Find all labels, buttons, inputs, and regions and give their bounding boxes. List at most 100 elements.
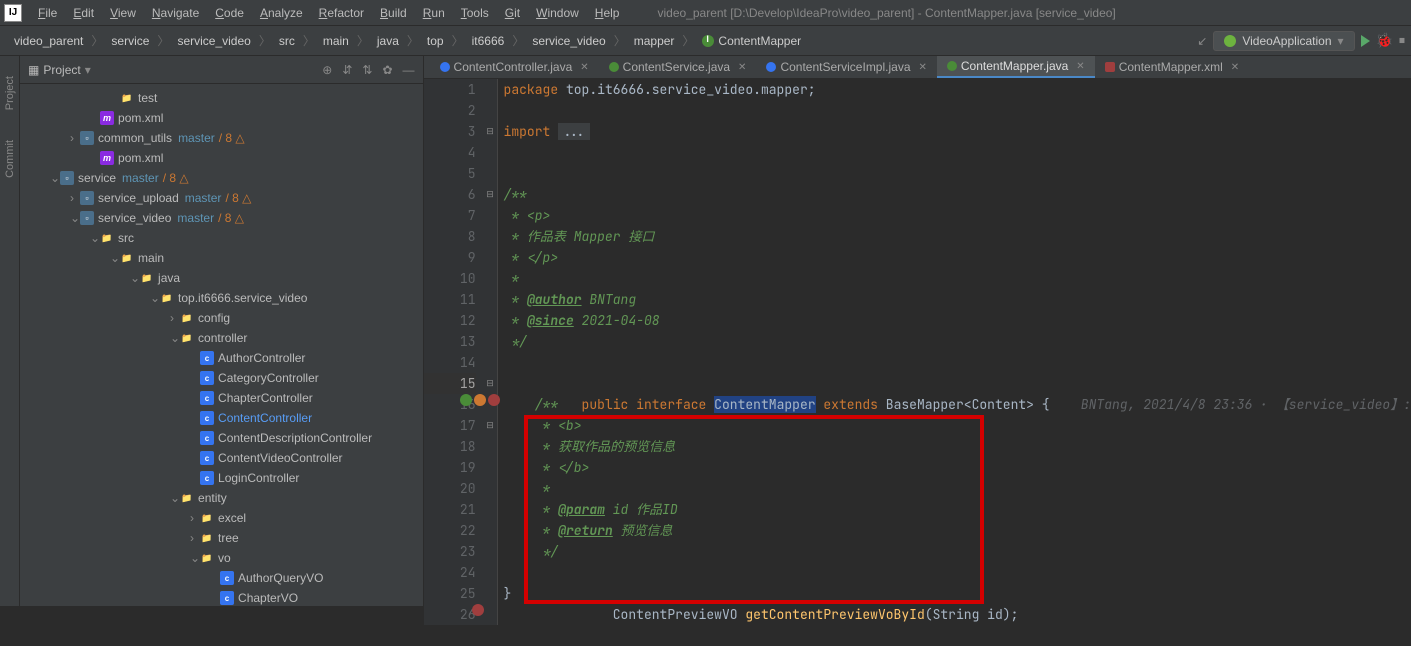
run-configuration-select[interactable]: VideoApplication ▾ (1213, 31, 1354, 51)
tree-item[interactable]: ⌄▫servicemaster/ 8 △ (20, 168, 423, 188)
fold-marker[interactable]: ⊟ (484, 121, 497, 142)
breadcrumb-segment[interactable]: top (419, 32, 452, 50)
fold-marker[interactable] (484, 142, 497, 163)
tree-item[interactable]: ContentVideoController (20, 448, 423, 468)
editor-tab[interactable]: ContentService.java✕ (599, 57, 757, 77)
line-number[interactable]: 3 (424, 121, 476, 142)
close-tab-icon[interactable]: ✕ (1076, 61, 1084, 72)
menu-help[interactable]: Help (587, 3, 628, 23)
menu-git[interactable]: Git (497, 3, 528, 23)
select-opened-file-icon[interactable]: ⊕ (322, 63, 332, 77)
tree-item[interactable]: 📁test (20, 88, 423, 108)
menu-edit[interactable]: Edit (65, 3, 102, 23)
tree-item[interactable]: ⌄📁controller (20, 328, 423, 348)
project-tree[interactable]: 📁testpom.xml›▫common_utilsmaster/ 8 △pom… (20, 84, 423, 606)
fold-marker[interactable] (484, 457, 497, 478)
line-number[interactable]: 8 (424, 226, 476, 247)
editor-tab[interactable]: ContentMapper.xml✕ (1095, 57, 1249, 77)
fold-marker[interactable]: ⊟ (484, 184, 497, 205)
fold-marker[interactable] (484, 247, 497, 268)
breadcrumb-segment[interactable]: mapper (626, 32, 683, 50)
fold-marker[interactable] (484, 79, 497, 100)
line-number[interactable]: 24 (424, 562, 476, 583)
commit-tool-button[interactable]: Commit (4, 140, 16, 178)
line-number[interactable]: 17 (424, 415, 476, 436)
fold-marker[interactable] (484, 436, 497, 457)
breadcrumb-segment[interactable]: video_parent (6, 32, 91, 50)
fold-marker[interactable] (484, 163, 497, 184)
fold-marker[interactable] (484, 100, 497, 121)
tree-item[interactable]: ⌄📁main (20, 248, 423, 268)
tree-item[interactable]: ChapterController (20, 388, 423, 408)
close-tab-icon[interactable]: ✕ (919, 62, 927, 73)
tree-expander[interactable]: › (190, 531, 200, 545)
tree-item[interactable]: ›📁tree (20, 528, 423, 548)
fold-gutter[interactable]: ⊟⊟⊟⊟ (484, 79, 498, 625)
tree-item[interactable]: ⌄📁src (20, 228, 423, 248)
tree-item[interactable]: ›📁excel (20, 508, 423, 528)
fold-marker[interactable] (484, 520, 497, 541)
stop-button[interactable]: ⏹ (1399, 33, 1405, 48)
line-number[interactable]: 14 (424, 352, 476, 373)
tree-expander[interactable]: ⌄ (110, 251, 120, 265)
tree-item[interactable]: ⌄📁java (20, 268, 423, 288)
line-number[interactable]: 13 (424, 331, 476, 352)
tree-item[interactable]: ›📁config (20, 308, 423, 328)
debug-button[interactable]: 🐞 (1376, 32, 1393, 49)
line-number[interactable]: 2 (424, 100, 476, 121)
fold-marker[interactable] (484, 226, 497, 247)
tree-expander[interactable]: ⌄ (190, 551, 200, 565)
line-number[interactable]: 9 (424, 247, 476, 268)
menu-navigate[interactable]: Navigate (144, 3, 207, 23)
fold-marker[interactable] (484, 604, 497, 625)
line-number[interactable]: 6 (424, 184, 476, 205)
close-tab-icon[interactable]: ✕ (738, 62, 746, 73)
fold-marker[interactable] (484, 310, 497, 331)
tree-item[interactable]: AuthorController (20, 348, 423, 368)
fold-marker[interactable] (484, 268, 497, 289)
nav-back-icon[interactable]: ↙ (1197, 34, 1207, 48)
menu-refactor[interactable]: Refactor (311, 3, 372, 23)
project-panel-title[interactable]: ▦ Project ▾ (28, 63, 91, 77)
tree-item[interactable]: ContentDescriptionController (20, 428, 423, 448)
line-number[interactable]: 12 (424, 310, 476, 331)
breadcrumb-segment[interactable]: ContentMapper (694, 32, 809, 50)
menu-file[interactable]: File (30, 3, 65, 23)
tree-item[interactable]: ⌄▫service_videomaster/ 8 △ (20, 208, 423, 228)
hide-icon[interactable]: — (403, 63, 415, 77)
tree-expander[interactable]: ⌄ (130, 271, 140, 285)
impl-icon[interactable] (460, 394, 472, 406)
menu-analyze[interactable]: Analyze (252, 3, 311, 23)
tree-expander[interactable]: ⌄ (170, 491, 180, 505)
line-number[interactable]: 19 (424, 457, 476, 478)
fold-marker[interactable] (484, 478, 497, 499)
breadcrumb-segment[interactable]: java (369, 32, 407, 50)
tree-item[interactable]: ⌄📁entity (20, 488, 423, 508)
tree-expander[interactable]: ⌄ (70, 211, 80, 225)
line-number[interactable]: 18 (424, 436, 476, 457)
menu-view[interactable]: View (102, 3, 144, 23)
breadcrumb-segment[interactable]: service_video (524, 32, 613, 50)
fold-marker[interactable] (484, 289, 497, 310)
tree-expander[interactable]: › (70, 131, 80, 145)
tree-item[interactable]: ContentController (20, 408, 423, 428)
line-number[interactable]: 26 (424, 604, 476, 625)
nav-icon[interactable] (474, 394, 486, 406)
tree-expander[interactable]: ⌄ (150, 291, 160, 305)
close-tab-icon[interactable]: ✕ (1231, 62, 1239, 73)
tree-expander[interactable]: ⌄ (170, 331, 180, 345)
line-number[interactable]: 4 (424, 142, 476, 163)
breadcrumb-segment[interactable]: it6666 (464, 32, 513, 50)
fold-marker[interactable] (484, 541, 497, 562)
line-number[interactable]: 15 (424, 373, 476, 394)
settings-icon[interactable]: ✿ (382, 63, 392, 77)
tree-item[interactable]: ⌄📁top.it6666.service_video (20, 288, 423, 308)
breadcrumb-segment[interactable]: main (315, 32, 357, 50)
line-number[interactable]: 1 (424, 79, 476, 100)
fold-marker[interactable] (484, 499, 497, 520)
line-number[interactable]: 7 (424, 205, 476, 226)
fold-marker[interactable]: ⊟ (484, 415, 497, 436)
tree-expander[interactable]: ⌄ (50, 171, 60, 185)
menu-build[interactable]: Build (372, 3, 415, 23)
tree-item[interactable]: LoginController (20, 468, 423, 488)
